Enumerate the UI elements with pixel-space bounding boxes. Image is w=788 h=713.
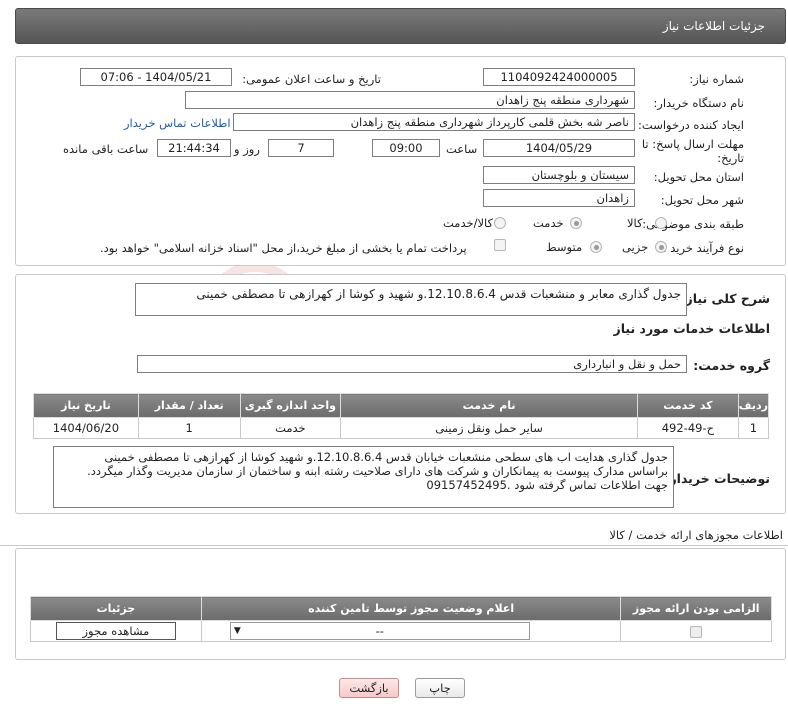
days-field: 7: [268, 139, 334, 157]
col-qty: تعداد / مقدار: [137, 393, 241, 418]
required-cell: [620, 620, 772, 642]
process-option-minor: جزیی: [622, 240, 649, 254]
days-label: روز و: [234, 142, 260, 156]
chevron-down-icon: ▼: [233, 626, 241, 636]
permit-status-select[interactable]: -- ▼: [229, 622, 530, 640]
province-field: سیستان و بلوچستان: [483, 166, 635, 184]
row-date: 1404/06/20: [33, 417, 139, 439]
deadline-time-label: ساعت: [446, 142, 478, 156]
buyer-notes-line1: جدول گذاری هدایت اب های سطحی منشعبات خیا…: [104, 450, 668, 464]
city-field: زاهدان: [483, 189, 635, 207]
category-radio-service[interactable]: [570, 217, 582, 229]
details-cell: مشاهده مجوز: [30, 620, 202, 642]
col-index: ردیف: [737, 393, 770, 418]
process-radio-medium[interactable]: [590, 241, 602, 253]
row-name: سایر حمل ونقل زمینی: [340, 417, 638, 439]
permits-section-title: اطلاعات مجوزهای ارائه خدمت / کالا: [609, 528, 783, 542]
print-button[interactable]: چاپ: [415, 678, 465, 698]
creator-label: ایجاد کننده درخواست:: [638, 118, 744, 132]
page-header: جزئیات اطلاعات نیاز: [15, 8, 786, 44]
process-radio-minor[interactable]: [655, 241, 667, 253]
row-code: ح-49-492: [637, 417, 739, 439]
announce-field: 1404/05/21 - 07:06: [80, 68, 232, 86]
col-name: نام خدمت: [340, 393, 638, 418]
city-label: شهر محل تحویل:: [660, 193, 744, 207]
deadline-date-field: 1404/05/29: [483, 139, 635, 157]
need-number-label: شماره نیاز:: [689, 72, 744, 86]
col-unit: واحد اندازه گیری: [239, 393, 342, 418]
row-index: 1: [737, 417, 770, 439]
process-label: نوع فرآیند خرید :: [662, 241, 744, 255]
service-group-field: حمل و نقل و انبارداری: [137, 355, 687, 373]
buyer-notes-label: توضیحات خریدار:: [664, 471, 770, 486]
category-radio-both[interactable]: [494, 217, 506, 229]
row-qty: 1: [137, 417, 241, 439]
table-row: 1 ح-49-492 سایر حمل ونقل زمینی خدمت 1 14…: [33, 417, 770, 439]
services-section-title: اطلاعات خدمات مورد نیاز: [613, 321, 771, 336]
permits-divider: [0, 545, 788, 546]
deadline-time-field: 09:00: [372, 139, 440, 157]
buyer-org-field: شهرداری منطقه پنج زاهدان: [185, 91, 635, 109]
payment-note: پرداخت تمام یا بخشی از مبلغ خرید،از محل …: [100, 241, 467, 255]
col-status: اعلام وضعیت مجوز توسط تامین کننده: [200, 596, 622, 621]
col-details: جزئیات: [30, 596, 202, 621]
page-title: جزئیات اطلاعات نیاز: [662, 19, 765, 33]
permit-status-value: --: [375, 624, 384, 638]
remaining-time-field: 21:44:34: [157, 139, 231, 157]
summary-label: شرح کلی نیاز:: [680, 291, 770, 306]
summary-field: جدول گذاری معابر و منشعبات قدس 12.10.8.6…: [135, 283, 687, 316]
payment-checkbox[interactable]: [494, 239, 506, 251]
category-option-both: کالا/خدمت: [443, 216, 494, 230]
buyer-notes-line2: براساس مدارک پیوست به پیمانکاران و شرکت …: [87, 464, 668, 478]
category-option-goods: کالا: [627, 216, 643, 230]
permits-table-header: الزامی بودن ارائه مجوز اعلام وضعیت مجوز …: [30, 596, 772, 621]
col-code: کد خدمت: [637, 393, 739, 418]
buyer-notes-line3: جهت اطلاعات تماس گرفته شود .09157452495: [426, 478, 668, 492]
view-permit-button[interactable]: مشاهده مجوز: [55, 622, 176, 640]
permits-table: الزامی بودن ارائه مجوز اعلام وضعیت مجوز …: [30, 596, 772, 642]
buyer-org-label: نام دستگاه خریدار:: [653, 96, 744, 110]
status-cell: -- ▼: [200, 620, 622, 642]
services-table: ردیف کد خدمت نام خدمت واحد اندازه گیری ت…: [33, 393, 770, 439]
col-required: الزامی بودن ارائه مجوز: [620, 596, 772, 621]
category-option-service: خدمت: [533, 216, 564, 230]
back-button[interactable]: بازگشت: [339, 678, 399, 698]
col-date: تاریخ نیاز: [33, 393, 139, 418]
remaining-label: ساعت باقی مانده: [63, 142, 149, 156]
need-number-field: 1104092424000005: [483, 68, 635, 86]
process-option-medium: متوسط: [546, 240, 583, 254]
required-checkbox: [690, 625, 703, 638]
creator-field: ناصر شه بخش قلمی کارپرداز شهرداری منطقه …: [233, 113, 635, 131]
category-radio-goods[interactable]: [655, 217, 667, 229]
buyer-contact-link[interactable]: اطلاعات تماس خریدار: [124, 116, 231, 130]
buyer-notes-field: جدول گذاری هدایت اب های سطحی منشعبات خیا…: [53, 446, 674, 508]
deadline-label-date: تاریخ:: [717, 151, 744, 165]
need-info-panel: [15, 56, 786, 266]
row-unit: خدمت: [239, 417, 342, 439]
province-label: استان محل تحویل:: [653, 170, 744, 184]
services-table-header: ردیف کد خدمت نام خدمت واحد اندازه گیری ت…: [33, 393, 770, 418]
service-group-label: گروه خدمت:: [693, 358, 770, 373]
table-row: -- ▼ مشاهده مجوز: [30, 620, 772, 642]
announce-label: تاریخ و ساعت اعلان عمومی:: [242, 72, 381, 86]
deadline-label: مهلت ارسال پاسخ: تا: [641, 137, 744, 151]
